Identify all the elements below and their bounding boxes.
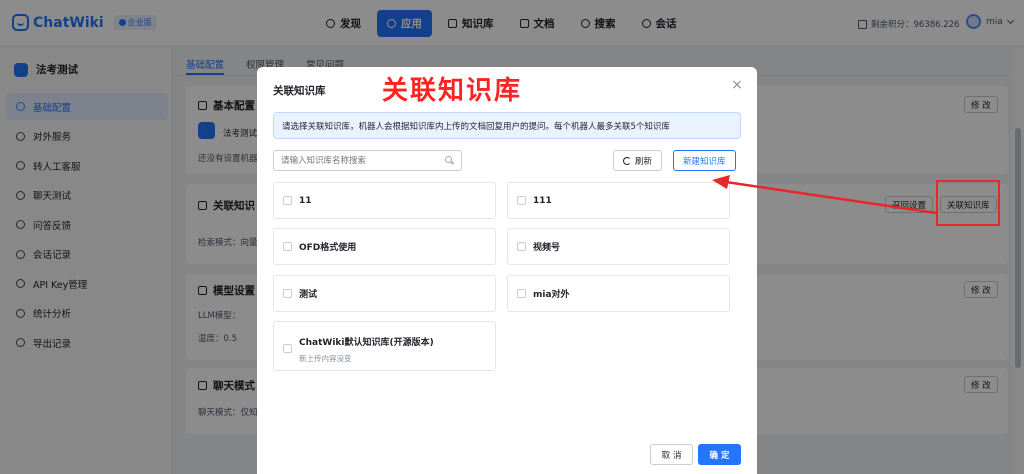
annotation-arrow (712, 175, 937, 215)
